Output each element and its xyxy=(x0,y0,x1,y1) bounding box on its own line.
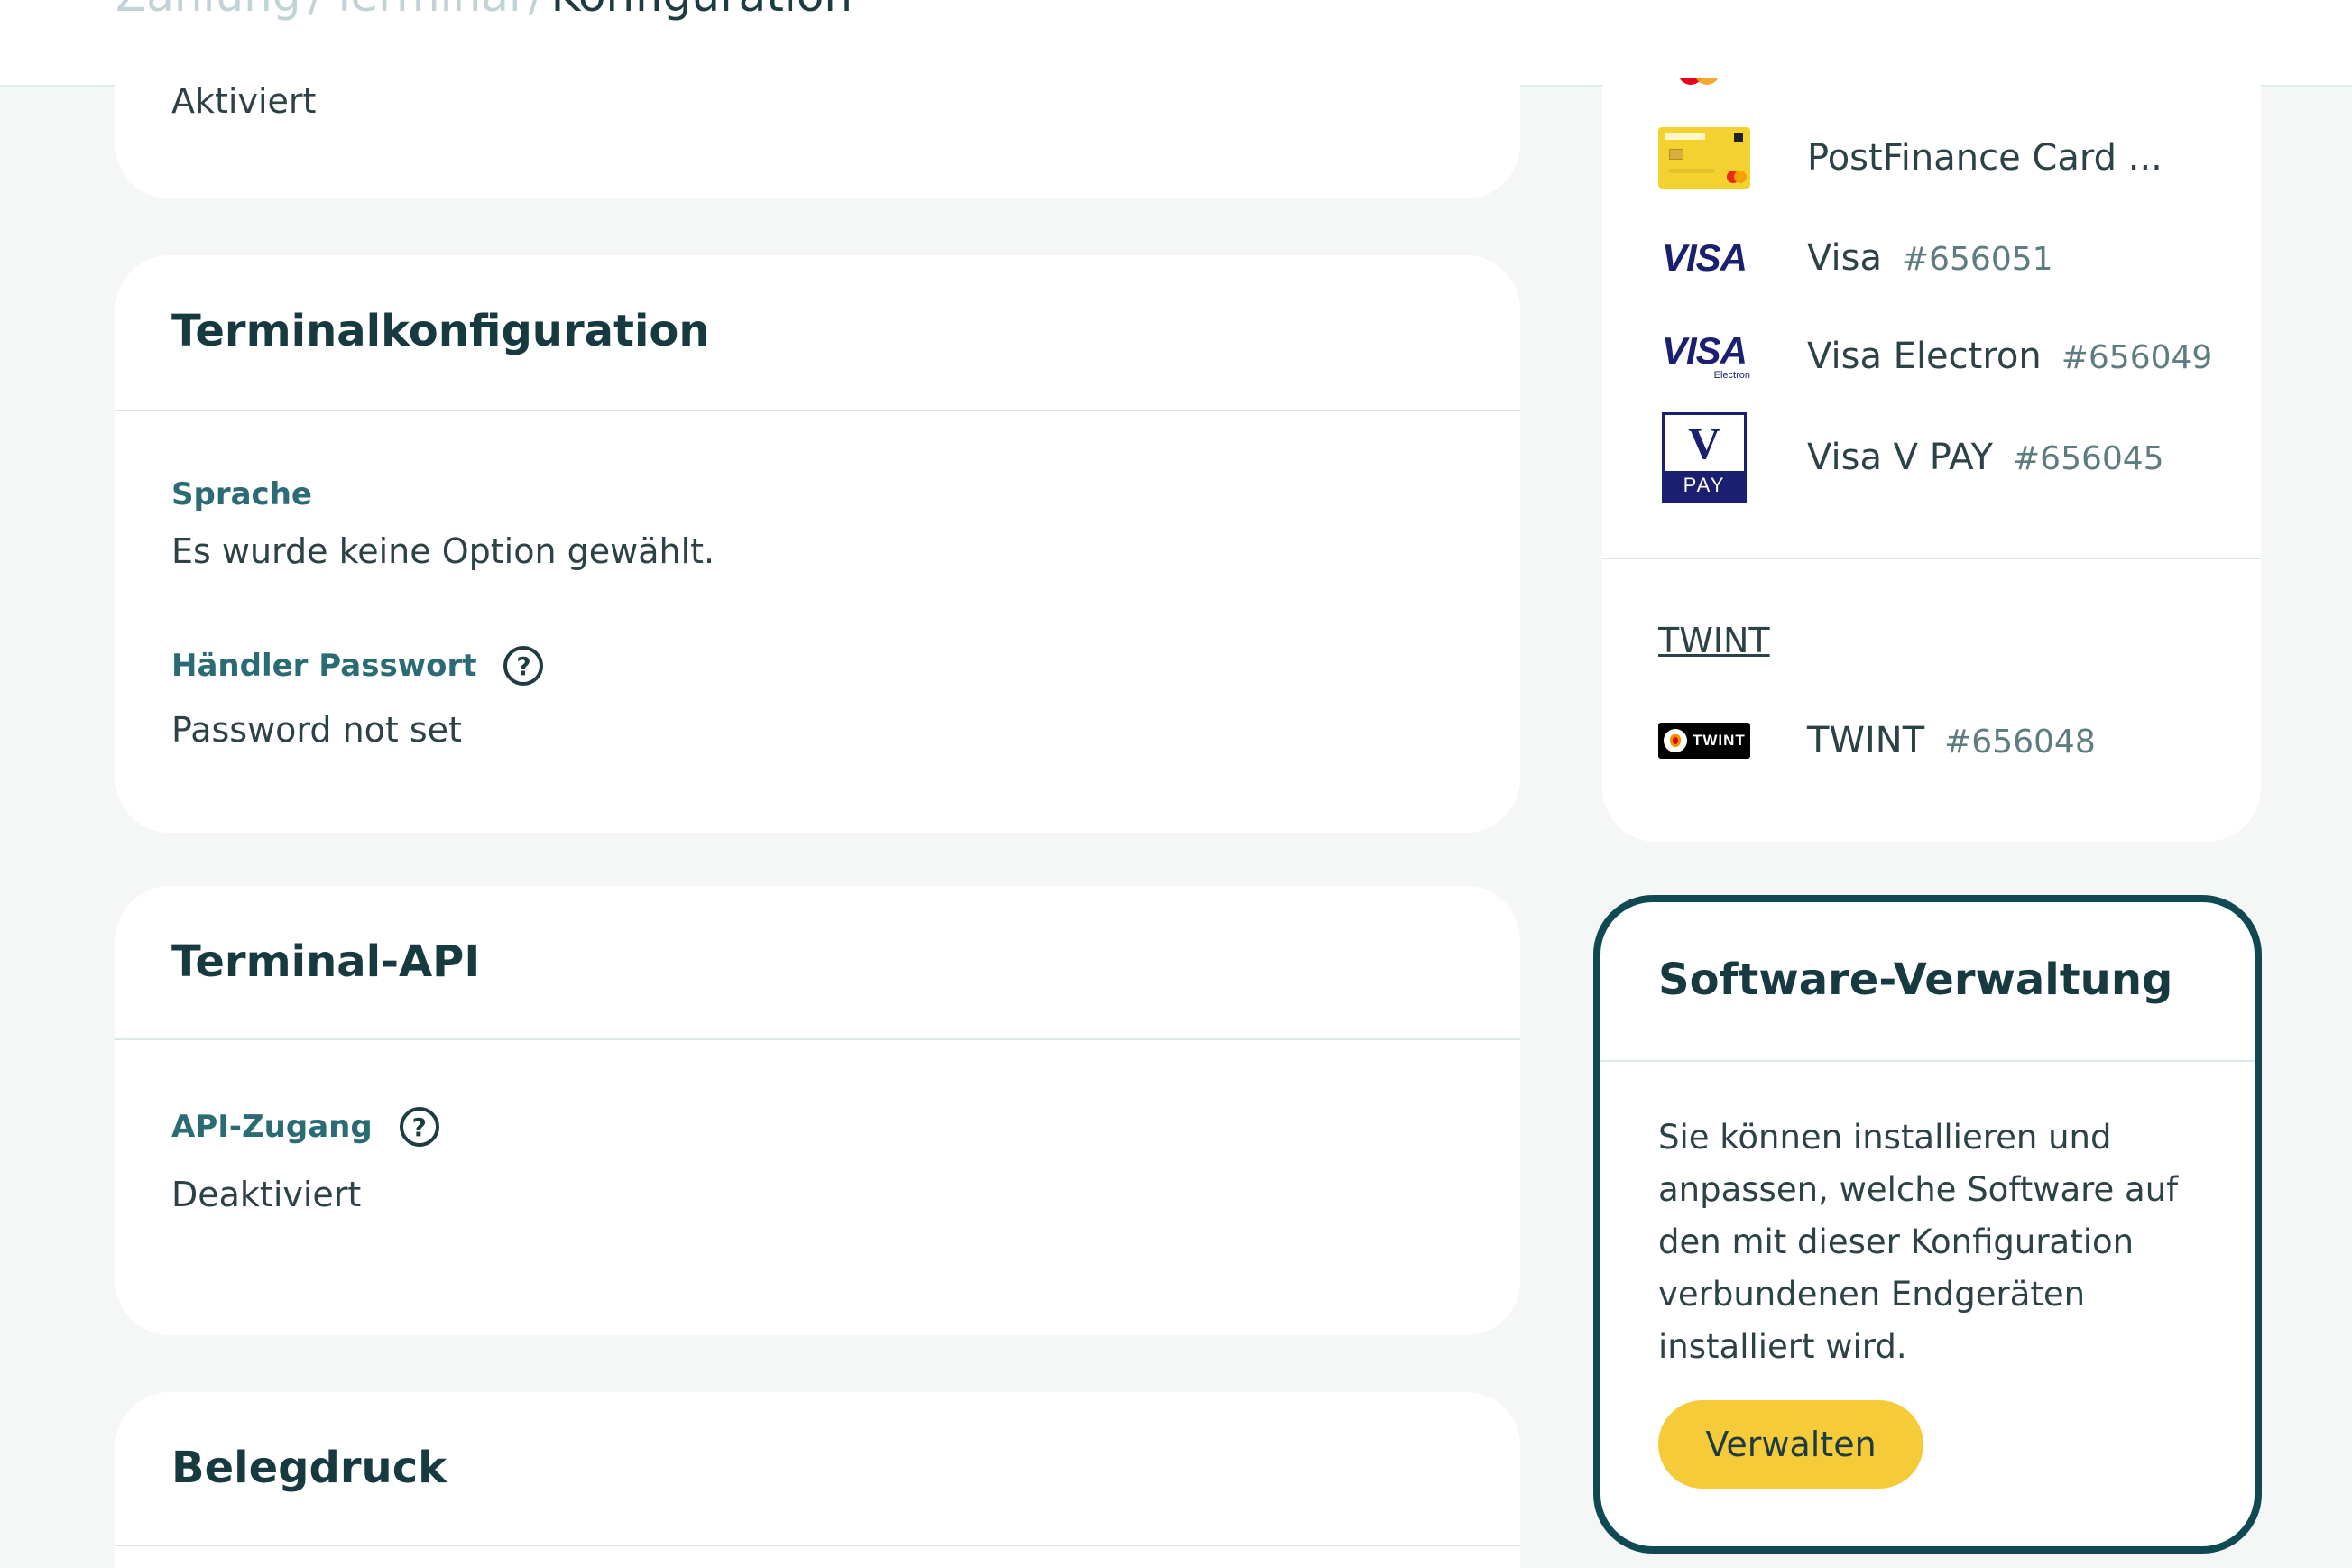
payment-method-label: Visa xyxy=(1807,237,1882,279)
card-header: Terminal-API xyxy=(115,886,1520,1040)
visa-logo-text: VISA xyxy=(1661,236,1748,279)
card-title: Terminalkonfiguration xyxy=(171,306,710,356)
vpay-icon: V PAY xyxy=(1658,410,1750,504)
mastercard-icon xyxy=(1678,78,1732,87)
receipt-print-card: Belegdruck xyxy=(115,1392,1520,1568)
payment-method-name: Visa Electron #656049 xyxy=(1807,336,2212,377)
payment-method-row[interactable]: TWINT TWINT #656048 xyxy=(1658,709,2096,772)
card-title: Software-Verwaltung xyxy=(1658,955,2173,1005)
manage-button[interactable]: Verwalten xyxy=(1658,1400,1923,1489)
help-icon[interactable]: ? xyxy=(399,1107,439,1147)
payment-method-id: #656045 xyxy=(2013,440,2164,477)
payment-method-label: Visa Electron xyxy=(1807,336,2042,377)
language-label: Sprache xyxy=(171,476,312,512)
card-header: Terminalkonfiguration xyxy=(115,255,1520,411)
card-header: Belegdruck xyxy=(115,1392,1520,1546)
payment-method-name: Visa V PAY #656045 xyxy=(1807,437,2164,478)
payment-method-row[interactable]: PostFinance Card ... xyxy=(1658,126,2163,189)
card-divider xyxy=(1602,558,2261,559)
password-label: Händler Passwort ? xyxy=(171,646,544,686)
payment-method-row[interactable]: V PAY Visa V PAY #656045 xyxy=(1658,410,2164,504)
status-value: Aktiviert xyxy=(171,81,317,121)
api-access-label: API-Zugang ? xyxy=(171,1107,439,1147)
twint-logo-text: TWINT xyxy=(1693,732,1746,749)
terminal-api-card: Terminal-API API-Zugang ? Deaktiviert xyxy=(115,886,1520,1335)
payment-method-id: #656051 xyxy=(1901,241,2053,278)
password-value: Password not set xyxy=(171,710,462,750)
visa-electron-logo-sub: Electron xyxy=(1713,370,1750,381)
vpay-logo-top: V xyxy=(1665,415,1744,471)
payment-method-name: Visa #656051 xyxy=(1807,237,2053,279)
breadcrumb-item-terminal[interactable]: Terminal xyxy=(330,0,521,22)
twint-link[interactable]: TWINT xyxy=(1658,621,1770,660)
postfinance-card-icon xyxy=(1658,126,1750,189)
visa-icon: VISA xyxy=(1658,226,1750,290)
payment-method-id: #656048 xyxy=(1944,724,2096,761)
password-label-text: Händler Passwort xyxy=(171,648,477,684)
payment-method-name: TWINT #656048 xyxy=(1807,720,2096,761)
visa-electron-logo-text: VISA xyxy=(1661,329,1748,372)
payment-method-row[interactable]: VISA Electron Visa Electron #656049 xyxy=(1658,325,2212,388)
payment-method-label: TWINT xyxy=(1807,720,1925,761)
language-value: Es wurde keine Option gewählt. xyxy=(171,531,715,571)
terminal-config-card: Terminalkonfiguration Sprache Es wurde k… xyxy=(115,255,1520,833)
status-card: Aktiviert xyxy=(115,27,1520,198)
help-icon[interactable]: ? xyxy=(503,646,544,686)
card-title: Belegdruck xyxy=(171,1443,447,1493)
language-label-text: Sprache xyxy=(171,476,312,512)
payment-method-label: Visa V PAY xyxy=(1807,437,1993,478)
vpay-logo-bottom: PAY xyxy=(1665,471,1744,500)
breadcrumb: Zahlung/Terminal/Konfiguration xyxy=(115,0,853,22)
breadcrumb-separator: / xyxy=(301,0,331,22)
breadcrumb-item-payment[interactable]: Zahlung xyxy=(115,0,301,22)
card-header: Software-Verwaltung xyxy=(1600,902,2255,1062)
software-management-description: Sie können installieren und anpassen, we… xyxy=(1658,1118,2179,1366)
twint-icon: TWINT xyxy=(1658,709,1750,772)
breadcrumb-current: Konfiguration xyxy=(551,0,853,22)
card-title: Terminal-API xyxy=(171,936,481,987)
visa-electron-icon: VISA Electron xyxy=(1658,325,1750,388)
api-access-value: Deaktiviert xyxy=(171,1175,362,1214)
breadcrumb-separator: / xyxy=(521,0,551,22)
payment-method-row[interactable]: VISA Visa #656051 xyxy=(1658,226,2053,290)
api-access-label-text: API-Zugang xyxy=(171,1109,373,1145)
payment-method-id: #656049 xyxy=(2061,339,2213,376)
payment-method-name: PostFinance Card ... xyxy=(1807,137,2163,179)
